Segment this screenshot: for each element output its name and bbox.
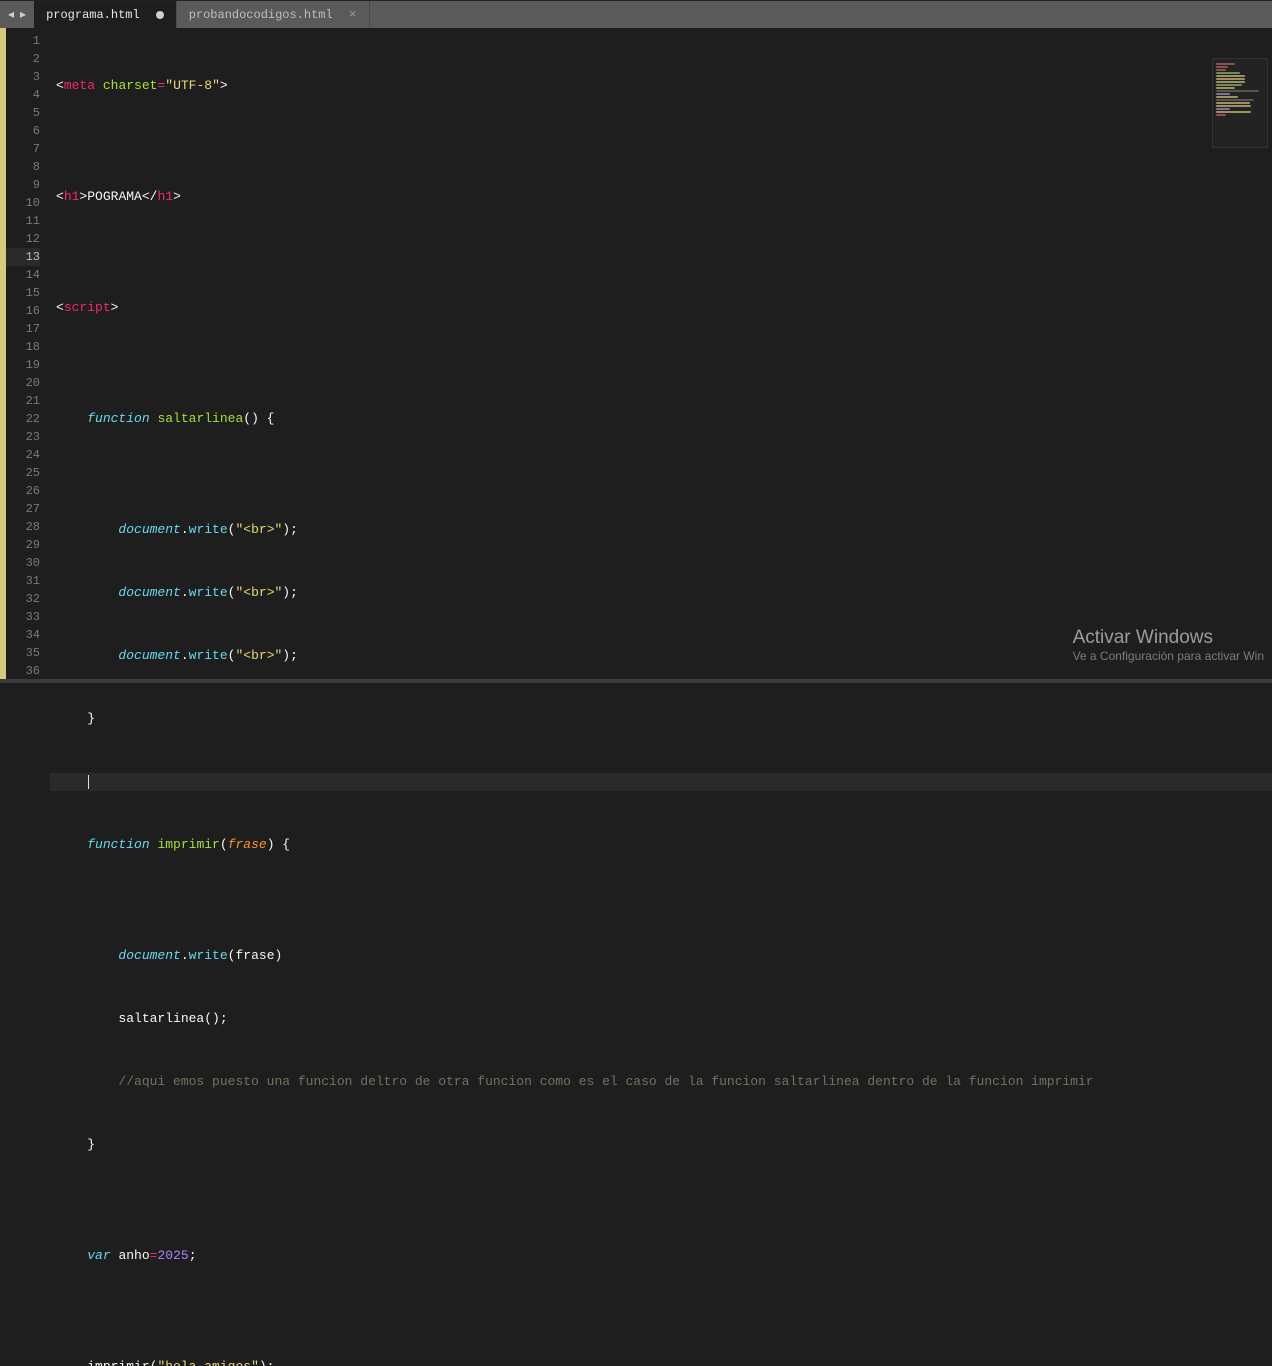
- line-number: 33: [6, 608, 40, 626]
- code-line: imprimir("hola amigos");: [50, 1358, 1272, 1366]
- code-line: }: [50, 710, 1272, 728]
- code-line: document.write("<br>");: [50, 521, 1272, 539]
- line-number: 7: [6, 140, 40, 158]
- line-number: 15: [6, 284, 40, 302]
- line-number: 35: [6, 644, 40, 662]
- line-number: 29: [6, 536, 40, 554]
- code-line: //aqui emos puesto una funcion deltro de…: [50, 1073, 1272, 1091]
- tab-label: probandocodigos.html: [189, 8, 333, 22]
- code-line: function imprimir(frase) {: [50, 836, 1272, 854]
- watermark-title: Activar Windows: [1073, 627, 1264, 649]
- nav-back-icon[interactable]: ◂: [6, 7, 16, 22]
- line-number: 19: [6, 356, 40, 374]
- line-number: 30: [6, 554, 40, 572]
- code-line-current: [50, 773, 1272, 791]
- code-line: [50, 125, 1272, 143]
- line-number: 17: [6, 320, 40, 338]
- minimap[interactable]: [1212, 58, 1268, 148]
- line-number: 23: [6, 428, 40, 446]
- code-line: [50, 347, 1272, 365]
- line-number: 31: [6, 572, 40, 590]
- line-number: 1: [6, 32, 40, 50]
- line-number: 36: [6, 662, 40, 680]
- line-number: 3: [6, 68, 40, 86]
- code-line: [50, 1295, 1272, 1313]
- windows-activation-watermark: Activar Windows Ve a Configuración para …: [1073, 627, 1264, 663]
- line-number: 25: [6, 464, 40, 482]
- tab-label: programa.html: [46, 8, 140, 22]
- line-number: 12: [6, 230, 40, 248]
- line-number: 28: [6, 518, 40, 536]
- line-number: 4: [6, 86, 40, 104]
- code-line: [50, 458, 1272, 476]
- line-number: 9: [6, 176, 40, 194]
- nav-arrows: ◂ ▸: [0, 1, 34, 28]
- line-number: 32: [6, 590, 40, 608]
- code-line: saltarlinea();: [50, 1010, 1272, 1028]
- code-line: var anho=2025;: [50, 1247, 1272, 1265]
- line-number: 34: [6, 626, 40, 644]
- dirty-indicator-icon: [156, 11, 164, 19]
- code-line: <meta charset="UTF-8">: [50, 77, 1272, 95]
- line-number: 18: [6, 338, 40, 356]
- line-number: 2: [6, 50, 40, 68]
- watermark-subtitle: Ve a Configuración para activar Win: [1073, 649, 1264, 663]
- code-line: document.write("<br>");: [50, 584, 1272, 602]
- close-icon[interactable]: ×: [349, 7, 357, 22]
- code-line: document.write(frase): [50, 947, 1272, 965]
- line-number: 13: [6, 248, 40, 266]
- code-area[interactable]: <meta charset="UTF-8"> <h1>POGRAMA</h1> …: [50, 28, 1272, 679]
- code-line: <script>: [50, 299, 1272, 317]
- tab-probandocodigos[interactable]: probandocodigos.html ×: [177, 1, 370, 28]
- line-number: 26: [6, 482, 40, 500]
- line-number-gutter: 1234567891011121314151617181920212223242…: [6, 28, 50, 679]
- tab-bar: ◂ ▸ programa.html probandocodigos.html ×: [0, 0, 1272, 28]
- code-line: function saltarlinea() {: [50, 410, 1272, 428]
- line-number: 6: [6, 122, 40, 140]
- nav-forward-icon[interactable]: ▸: [18, 7, 28, 22]
- code-line: }: [50, 1136, 1272, 1154]
- line-number: 16: [6, 302, 40, 320]
- line-number: 10: [6, 194, 40, 212]
- line-number: 21: [6, 392, 40, 410]
- code-editor[interactable]: 1234567891011121314151617181920212223242…: [0, 28, 1272, 679]
- text-cursor: [88, 775, 89, 789]
- line-number: 20: [6, 374, 40, 392]
- line-number: 8: [6, 158, 40, 176]
- code-line: [50, 236, 1272, 254]
- line-number: 22: [6, 410, 40, 428]
- tab-programa[interactable]: programa.html: [34, 1, 177, 28]
- line-number: 24: [6, 446, 40, 464]
- line-number: 11: [6, 212, 40, 230]
- line-number: 5: [6, 104, 40, 122]
- code-line: [50, 884, 1272, 902]
- code-line: <h1>POGRAMA</h1>: [50, 188, 1272, 206]
- line-number: 27: [6, 500, 40, 518]
- code-line: [50, 1184, 1272, 1202]
- line-number: 14: [6, 266, 40, 284]
